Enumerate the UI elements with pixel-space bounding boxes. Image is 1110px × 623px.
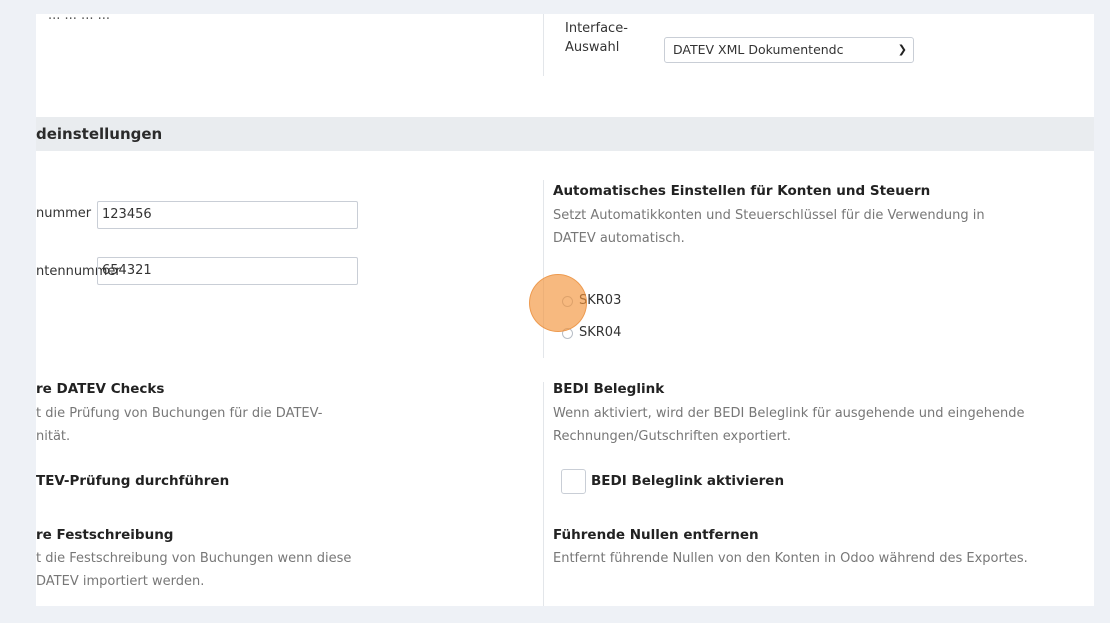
- bedi-title: BEDI Beleglink: [553, 381, 665, 397]
- bedi-checkbox-label[interactable]: BEDI Beleglink aktivieren: [591, 473, 784, 489]
- skr04-label: SKR04: [579, 325, 622, 340]
- section-title: deinstellungen: [36, 125, 163, 143]
- chevron-down-icon: ❯: [897, 43, 907, 56]
- leading-zeros-description: Entfernt führende Nullen von den Konten …: [553, 551, 1028, 566]
- auto-settings-title: Automatisches Einstellen für Konten und …: [553, 183, 931, 199]
- berater-number-label: nummer: [36, 206, 92, 221]
- festschreibung-desc-line1: t die Festschreibung von Buchungen wenn …: [36, 551, 352, 566]
- datev-checks-desc-line1: t die Prüfung von Buchungen für die DATE…: [36, 406, 323, 421]
- skr03-label: SKR03: [579, 293, 622, 308]
- datev-checks-title: re DATEV Checks: [36, 381, 165, 397]
- festschreibung-desc-line2: DATEV importiert werden.: [36, 574, 205, 589]
- skr03-radio[interactable]: [562, 296, 573, 307]
- column-divider-top: [543, 14, 544, 76]
- interface-select[interactable]: DATEV XML Dokumentendc ❯: [664, 37, 914, 63]
- partial-top-text: ... ... ... ...: [48, 14, 110, 23]
- column-divider-bottom: [543, 382, 544, 606]
- column-divider-middle: [543, 180, 544, 358]
- skr04-radio[interactable]: [562, 328, 573, 339]
- berater-number-value: 123456: [102, 207, 152, 222]
- datev-checks-desc-line2: nität.: [36, 429, 71, 444]
- bedi-checkbox[interactable]: [561, 469, 586, 494]
- mandant-number-input[interactable]: 654321: [97, 257, 358, 285]
- berater-number-input[interactable]: 123456: [97, 201, 358, 229]
- datev-check-option-label[interactable]: TEV-Prüfung durchführen: [36, 473, 229, 489]
- leading-zeros-title: Führende Nullen entfernen: [553, 527, 759, 543]
- mandant-number-value: 654321: [102, 263, 152, 278]
- section-header-bar: [36, 117, 1094, 151]
- settings-panel: ... ... ... ... Interface- Auswahl DATEV…: [36, 14, 1094, 606]
- interface-select-label: Interface- Auswahl: [565, 21, 628, 55]
- interface-select-value: DATEV XML Dokumentendc: [673, 42, 844, 57]
- festschreibung-title: re Festschreibung: [36, 527, 174, 543]
- bedi-description: Wenn aktiviert, wird der BEDI Beleglink …: [553, 406, 1025, 444]
- auto-settings-description: Setzt Automatikkonten und Steuerschlüsse…: [553, 208, 985, 246]
